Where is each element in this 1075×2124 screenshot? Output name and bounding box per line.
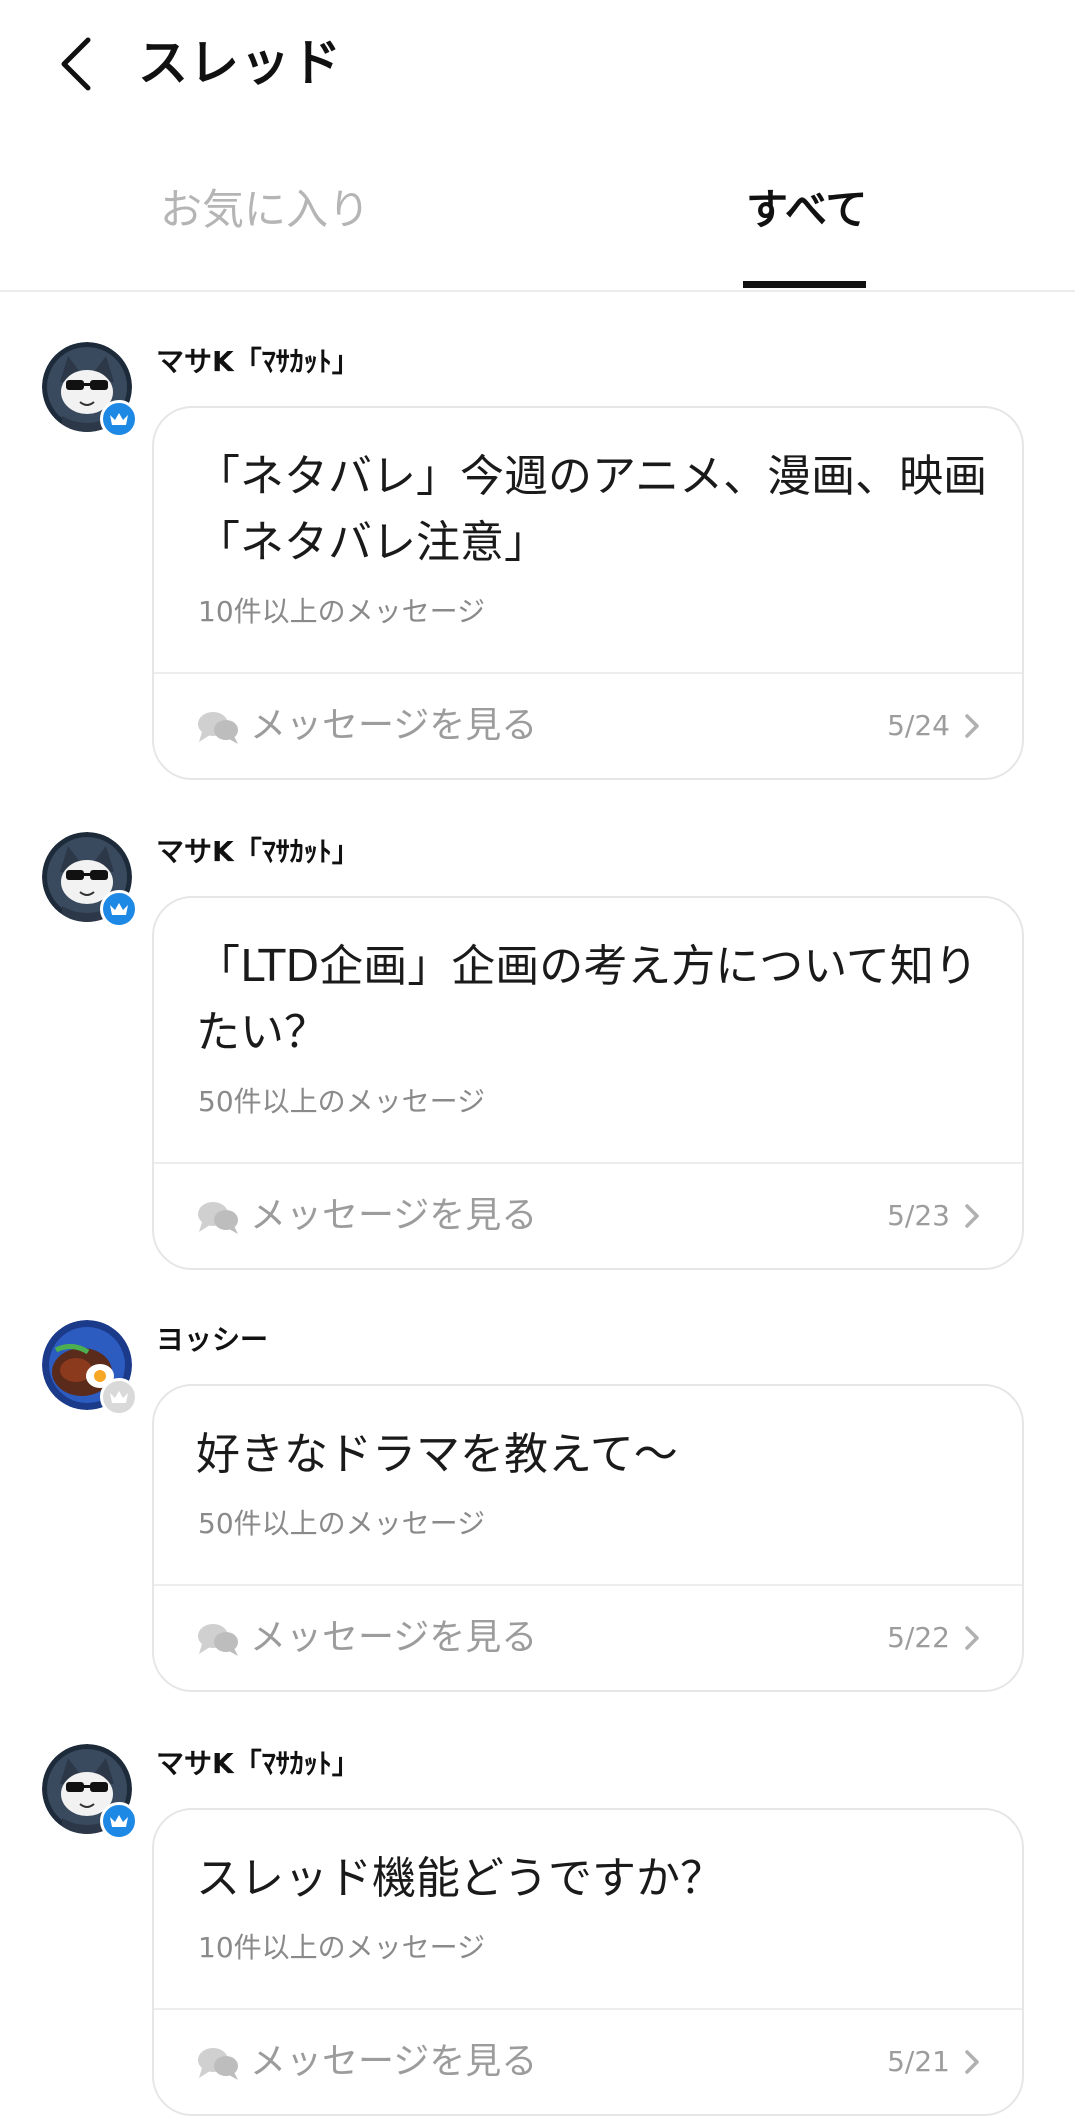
thread-author: マサK「ﾏｻｶｯﾄ」: [156, 1747, 360, 1780]
thread-card[interactable]: 好きなドラマを教えて～ 50件以上のメッセージ メッセージを見る 5/22: [152, 1384, 1024, 1692]
chevron-right-icon: [965, 1204, 979, 1228]
crown-icon: [110, 903, 128, 915]
chat-bubbles-icon: [198, 1202, 238, 1234]
crown-icon: [110, 413, 128, 425]
thread-date: 5/23: [887, 1199, 950, 1232]
chevron-right-icon: [965, 714, 979, 738]
tab-all[interactable]: すべて: [746, 180, 867, 240]
chevron-right-icon: [965, 1626, 979, 1650]
view-messages-button[interactable]: メッセージを見る 5/24: [154, 674, 1022, 778]
chat-bubbles-icon: [198, 1624, 238, 1656]
thread-title-line: 「LTD企画」企画の考え方について知り: [196, 941, 978, 992]
avatar[interactable]: [42, 342, 138, 438]
message-count: 10件以上のメッセージ: [198, 1931, 486, 1964]
chevron-right-icon: [965, 2050, 979, 2074]
thread-author: マサK「ﾏｻｶｯﾄ」: [156, 835, 360, 868]
chat-bubbles-icon: [198, 712, 238, 744]
back-button[interactable]: [44, 26, 108, 102]
view-messages-label: メッセージを見る: [250, 2041, 538, 2082]
thread-date: 5/21: [887, 2045, 950, 2078]
avatar[interactable]: [42, 1744, 138, 1840]
thread-item: マサK「ﾏｻｶｯﾄ」 スレッド機能どうですか？ 10件以上のメッセージ メッセー…: [0, 1744, 1075, 2119]
view-messages-label: メッセージを見る: [250, 1617, 538, 1658]
thread-title: スレッド機能どうですか？: [196, 1846, 996, 1912]
message-count: 50件以上のメッセージ: [198, 1085, 486, 1118]
thread-item: ヨッシー 好きなドラマを教えて～ 50件以上のメッセージ メッセージを見る 5/…: [0, 1320, 1075, 1695]
thread-date: 5/22: [887, 1621, 950, 1654]
thread-card[interactable]: 「ネタバレ」今週のアニメ、漫画、映画 「ネタバレ注意」 10件以上のメッセージ …: [152, 406, 1024, 780]
tab-favorites[interactable]: お気に入り: [160, 180, 370, 240]
thread-card[interactable]: 「LTD企画」企画の考え方について知り たい？ 50件以上のメッセージ メッセー…: [152, 896, 1024, 1270]
crown-badge: [100, 1378, 138, 1416]
thread-title-line: 「ネタバレ注意」: [196, 517, 548, 568]
view-messages-button[interactable]: メッセージを見る 5/23: [154, 1164, 1022, 1268]
crown-badge: [100, 890, 138, 928]
thread-author: ヨッシー: [156, 1323, 269, 1356]
crown-badge: [100, 1802, 138, 1840]
thread-item: マサK「ﾏｻｶｯﾄ」 「ネタバレ」今週のアニメ、漫画、映画 「ネタバレ注意」 1…: [0, 342, 1075, 782]
thread-title-line: 「ネタバレ」今週のアニメ、漫画、映画: [196, 451, 988, 502]
view-messages-button[interactable]: メッセージを見る 5/21: [154, 2010, 1022, 2114]
thread-title: 「ネタバレ」今週のアニメ、漫画、映画 「ネタバレ注意」: [196, 444, 996, 576]
thread-title-line: たい？: [196, 1007, 328, 1058]
avatar[interactable]: [42, 1320, 138, 1416]
thread-card[interactable]: スレッド機能どうですか？ 10件以上のメッセージ メッセージを見る 5/21: [152, 1808, 1024, 2116]
active-tab-indicator: [743, 281, 866, 288]
page-title: スレッド: [138, 34, 342, 92]
chat-bubbles-icon: [198, 2048, 238, 2080]
message-count: 50件以上のメッセージ: [198, 1507, 486, 1540]
crown-icon: [110, 1391, 128, 1403]
crown-badge: [100, 400, 138, 438]
thread-author: マサK「ﾏｻｶｯﾄ」: [156, 345, 360, 378]
thread-title: 「LTD企画」企画の考え方について知り たい？: [196, 934, 996, 1066]
thread-item: マサK「ﾏｻｶｯﾄ」 「LTD企画」企画の考え方について知り たい？ 50件以上…: [0, 832, 1075, 1272]
view-messages-button[interactable]: メッセージを見る 5/22: [154, 1586, 1022, 1690]
app-header: スレッド: [0, 0, 1075, 130]
thread-title: 好きなドラマを教えて～: [196, 1422, 996, 1488]
thread-title-line: スレッド機能どうですか？: [196, 1853, 724, 1904]
crown-icon: [110, 1815, 128, 1827]
view-messages-label: メッセージを見る: [250, 705, 538, 746]
thread-date: 5/24: [887, 709, 950, 742]
tab-bar: お気に入り すべて: [0, 150, 1075, 292]
avatar[interactable]: [42, 832, 138, 928]
thread-title-line: 好きなドラマを教えて～: [196, 1429, 678, 1480]
chevron-left-icon: [61, 37, 91, 91]
message-count: 10件以上のメッセージ: [198, 595, 486, 628]
view-messages-label: メッセージを見る: [250, 1195, 538, 1236]
